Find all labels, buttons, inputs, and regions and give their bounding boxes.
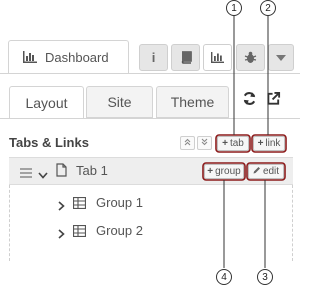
- highlight-edit: [246, 162, 286, 181]
- callout-1: 1: [226, 0, 242, 16]
- highlight-add-link: [251, 134, 287, 153]
- highlight-add-group: [202, 162, 246, 181]
- callout-4: 4: [216, 269, 232, 285]
- callout-3: 3: [257, 269, 273, 285]
- callout-2: 2: [260, 0, 276, 16]
- highlight-add-tab: [215, 134, 251, 153]
- callout-overlay: [202, 15, 287, 268]
